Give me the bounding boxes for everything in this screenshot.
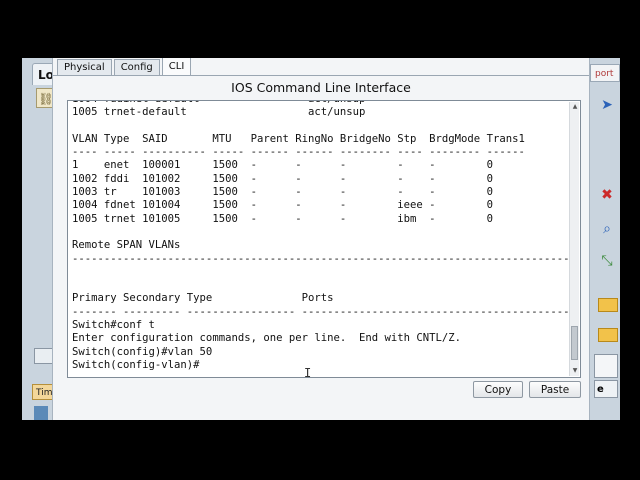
device-window: Physical Config CLI IOS Command Line Int…	[52, 58, 590, 420]
terminal-line: VLAN Type SAID MTU Parent RingNo BridgeN…	[72, 132, 525, 145]
inspect-tool-icon[interactable]: ⌕	[598, 220, 616, 238]
background-app-right-toolbar: port ➤ ✖ ⌕ ⤡ e	[588, 58, 620, 420]
scroll-down-arrow-icon[interactable]: ▼	[571, 367, 579, 375]
terminal-line: Enter configuration commands, one per li…	[72, 332, 462, 345]
terminal-line: 1002 fddi 101002 1500 - - - - - 0	[72, 172, 493, 185]
delete-tool-icon[interactable]: ✖	[598, 186, 616, 204]
tab-divider	[53, 75, 589, 76]
scroll-up-arrow-icon[interactable]: ▲	[571, 103, 579, 111]
terminal-line: Switch(config)#vlan 50	[72, 345, 213, 358]
paste-button[interactable]: Paste	[529, 381, 581, 398]
tab-cli[interactable]: CLI	[161, 58, 192, 76]
simple-pdu-icon[interactable]	[598, 298, 618, 312]
terminal-line: Primary Secondary Type Ports	[72, 292, 334, 305]
terminal-line: ---- ----- ---------- ----- ------ -----…	[72, 146, 525, 159]
background-mode-button[interactable]: e	[594, 380, 618, 398]
desktop-screen: Lo ⛓ Tim port ➤ ✖ ⌕ ⤡ e Physical Config …	[22, 58, 620, 420]
terminal-line: Switch(config-vlan)#	[72, 358, 200, 371]
select-tool-icon[interactable]: ➤	[598, 96, 616, 114]
terminal-line: ----------------------------------------…	[72, 252, 570, 265]
background-app-left-panel: Lo ⛓ Tim	[22, 58, 56, 420]
terminal-scrollbar[interactable]: ▲ ▼	[569, 102, 579, 376]
tab-physical[interactable]: Physical	[57, 59, 112, 76]
resize-tool-icon[interactable]: ⤡	[598, 252, 616, 270]
tab-config[interactable]: Config	[113, 59, 160, 76]
terminal-line: 1004 fdnet 101004 1500 - - - ieee - 0	[72, 199, 493, 212]
complex-pdu-icon[interactable]	[598, 328, 618, 342]
cli-title: IOS Command Line Interface	[231, 80, 411, 95]
device-tab-bar: Physical Config CLI	[57, 58, 193, 76]
terminal-line: 1005 trnet 101005 1500 - - - ibm - 0	[72, 212, 493, 225]
scrollbar-thumb[interactable]	[571, 326, 578, 360]
background-tab-report[interactable]: port	[590, 64, 620, 82]
terminal-output: 1004 fddinet-default act/unsup1005 trnet…	[72, 101, 570, 372]
terminal-line: Remote SPAN VLANs	[72, 239, 181, 252]
terminal-line: ------- --------- ----------------- ----…	[72, 305, 570, 318]
copy-button[interactable]: Copy	[473, 381, 523, 398]
terminal-line: 1 enet 100001 1500 - - - - - 0	[72, 159, 493, 172]
realtime-mode-icon[interactable]	[594, 354, 618, 378]
terminal-line: Switch#conf t	[72, 319, 155, 332]
background-app-icon[interactable]	[34, 406, 48, 420]
cli-terminal[interactable]: 1004 fddinet-default act/unsup1005 trnet…	[67, 100, 581, 378]
terminal-line: 1003 tr 101003 1500 - - - - - 0	[72, 186, 493, 199]
text-cursor-icon: I	[304, 366, 312, 378]
terminal-line: 1005 trnet-default act/unsup	[72, 106, 366, 119]
